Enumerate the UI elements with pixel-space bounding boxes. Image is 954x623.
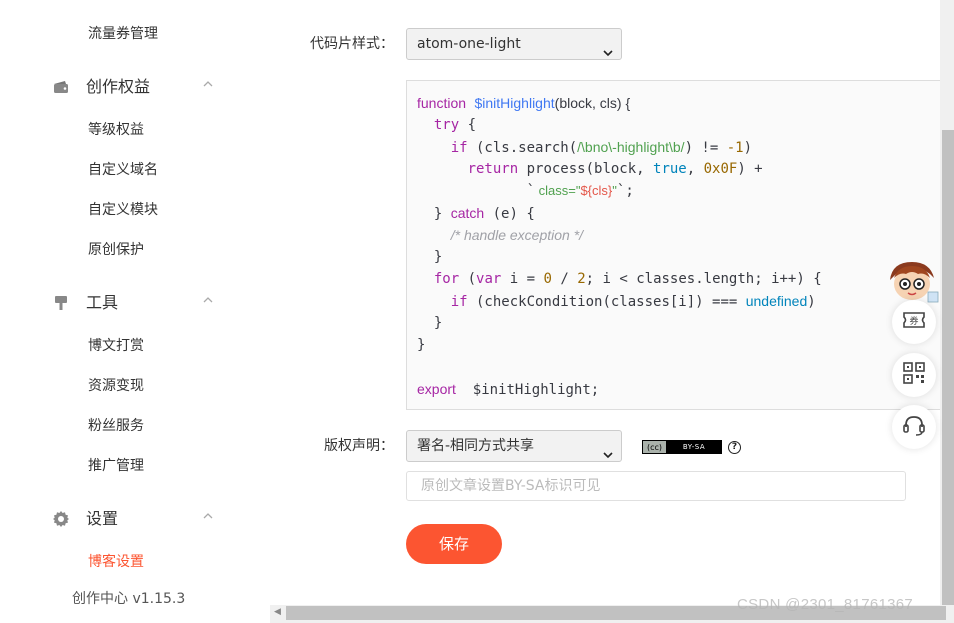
sidebar-item-level-rights[interactable]: 等级权益 bbox=[88, 120, 144, 140]
headset-icon bbox=[902, 414, 926, 440]
settings-panel: 代码片样式： atom-one-light function $initHigh… bbox=[270, 0, 946, 605]
copyright-hint-input[interactable]: 原创文章设置BY-SA标识可见 bbox=[406, 471, 906, 501]
sidebar-group-label: 设置 bbox=[86, 509, 119, 528]
qrcode-button[interactable] bbox=[892, 353, 936, 397]
chevron-up-icon bbox=[202, 78, 216, 92]
chevron-down-icon bbox=[603, 39, 613, 57]
coupon-icon: 券 bbox=[902, 311, 926, 333]
cc-by-sa-badge: (cc) BY-SA bbox=[642, 440, 722, 454]
hammer-icon bbox=[52, 294, 70, 312]
sidebar-item-fan-service[interactable]: 粉丝服务 bbox=[88, 416, 144, 436]
scroll-left-arrow-icon[interactable]: ◀ bbox=[274, 607, 281, 617]
sidebar-item-custom-module[interactable]: 自定义模块 bbox=[88, 200, 158, 220]
copyright-label: 版权声明： bbox=[324, 438, 394, 454]
code-preview: function $initHighlight(block, cls) { tr… bbox=[406, 80, 946, 410]
sidebar: 流量券管理 创作权益 等级权益 自定义域名 自定义模块 原创保护 工具 博文打赏… bbox=[0, 0, 270, 623]
code-style-value: atom-one-light bbox=[417, 36, 521, 52]
save-button[interactable]: 保存 bbox=[406, 524, 502, 564]
customer-service-button[interactable] bbox=[892, 405, 936, 449]
copyright-select[interactable]: 署名-相同方式共享 bbox=[406, 430, 622, 462]
copyright-value: 署名-相同方式共享 bbox=[417, 438, 535, 454]
chevron-up-icon bbox=[202, 510, 216, 524]
watermark: CSDN @2301_81761367 bbox=[737, 596, 914, 613]
sidebar-group-tools[interactable]: 工具 bbox=[0, 286, 270, 322]
vertical-scrollbar-thumb[interactable] bbox=[942, 130, 954, 605]
sidebar-item-resource-monetize[interactable]: 资源变现 bbox=[88, 376, 144, 396]
wallet-icon bbox=[52, 78, 70, 96]
sidebar-item-original-protection[interactable]: 原创保护 bbox=[88, 240, 144, 260]
sidebar-group-label: 创作权益 bbox=[86, 77, 151, 96]
sidebar-item-tipping[interactable]: 博文打赏 bbox=[88, 336, 144, 356]
gear-icon bbox=[52, 510, 70, 528]
chevron-down-icon bbox=[603, 441, 613, 459]
by-sa-label: BY-SA bbox=[667, 441, 721, 453]
qrcode-icon bbox=[903, 362, 925, 388]
sidebar-item-promotion[interactable]: 推广管理 bbox=[88, 456, 144, 476]
version-label: 创作中心 v1.15.3 bbox=[72, 591, 186, 607]
help-icon[interactable]: ? bbox=[728, 441, 741, 454]
sidebar-group-label: 工具 bbox=[86, 293, 119, 312]
sidebar-group-creator-rights[interactable]: 创作权益 bbox=[0, 70, 270, 106]
sidebar-item-custom-domain[interactable]: 自定义域名 bbox=[88, 160, 158, 180]
svg-text:券: 券 bbox=[909, 315, 918, 327]
sidebar-item-blog-settings[interactable]: 博客设置 bbox=[88, 552, 144, 572]
code-style-label: 代码片样式： bbox=[310, 36, 394, 52]
cc-logo-icon: (cc) bbox=[643, 441, 667, 453]
chevron-up-icon bbox=[202, 294, 216, 308]
sidebar-group-settings[interactable]: 设置 bbox=[0, 502, 270, 538]
code-style-select[interactable]: atom-one-light bbox=[406, 28, 622, 60]
sidebar-item-traffic-coupon[interactable]: 流量券管理 bbox=[88, 24, 158, 44]
coupon-button[interactable]: 券 bbox=[892, 300, 936, 344]
